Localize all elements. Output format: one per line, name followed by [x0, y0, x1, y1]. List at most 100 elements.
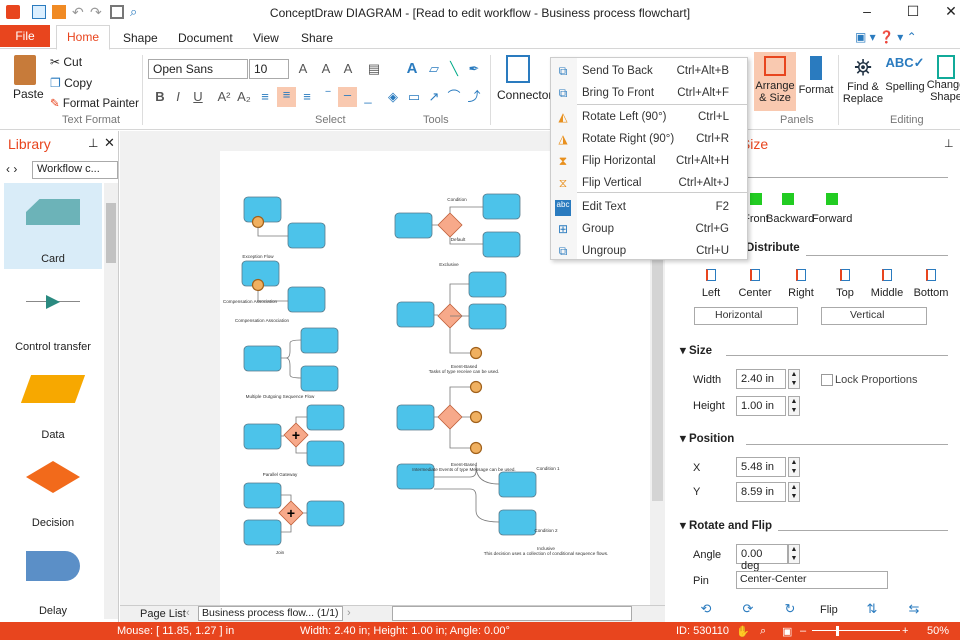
library-item-card[interactable]: Card — [4, 183, 102, 269]
x-spinner[interactable]: ▲ ▼ — [788, 457, 800, 477]
forward-button[interactable]: Forward — [812, 193, 852, 225]
height-spinner[interactable]: ▲ ▼ — [788, 396, 800, 416]
flip-vertical-icon[interactable]: ⇅ — [864, 601, 880, 617]
text-background-icon[interactable]: ▤ — [366, 61, 382, 77]
page-select[interactable]: Business process flow... (1/1) — [198, 606, 343, 621]
section-size[interactable]: ▾ Size — [680, 343, 712, 357]
menu-item-edit-text[interactable]: abc Edit Text F2 — [551, 197, 747, 219]
superscript-icon[interactable]: A² — [216, 89, 232, 105]
bold-icon[interactable]: B — [152, 89, 168, 105]
help-icon[interactable]: ▣ ▾ ❓ ▾ ⌃ — [855, 30, 917, 44]
align-middle-icon[interactable]: – — [338, 87, 357, 107]
library-nav-arrows[interactable]: ‹ › — [6, 162, 17, 176]
section-position[interactable]: ▾ Position — [680, 431, 734, 445]
width-spinner[interactable]: ▲ ▼ — [788, 369, 800, 389]
grow-font-icon[interactable]: A — [295, 61, 311, 77]
align-left-icon[interactable]: ≡ — [257, 89, 273, 105]
align-center-icon[interactable]: ≡ — [277, 87, 296, 107]
close-library-icon[interactable]: ✕ — [104, 135, 115, 151]
align-center-button[interactable]: Center — [732, 269, 778, 299]
hand-tool-icon[interactable]: ✋ — [736, 625, 750, 638]
backward-button[interactable]: Backward — [766, 193, 814, 225]
menu-item-bring-to-front[interactable]: ⧉ Bring To Front Ctrl+Alt+F — [551, 83, 747, 105]
angle-spinner[interactable]: ▲ ▼ — [788, 544, 800, 564]
italic-icon[interactable]: I — [170, 89, 186, 105]
align-top-button[interactable]: Top — [822, 269, 868, 299]
underline-icon[interactable]: U — [190, 89, 206, 105]
connector-button[interactable]: Connector — [497, 88, 552, 102]
bezier-tool-icon[interactable]: ⤴ — [466, 89, 482, 105]
rotate-180-icon[interactable]: ↻ — [782, 601, 798, 617]
tab-home[interactable]: Home — [56, 25, 110, 50]
paste-button[interactable]: Paste — [13, 87, 44, 101]
fit-page-icon[interactable]: ▣ — [782, 625, 792, 638]
select-all-icon[interactable]: ◈ — [385, 89, 401, 105]
text-tool-icon[interactable]: A — [404, 61, 420, 77]
cut-button[interactable]: ✂ Cut — [50, 55, 82, 69]
y-spinner[interactable]: ▲ ▼ — [788, 482, 800, 502]
flip-horizontal-icon[interactable]: ⇆ — [906, 601, 922, 617]
tab-view[interactable]: View — [253, 28, 279, 48]
width-input[interactable]: 2.40 in — [736, 369, 786, 389]
zoom-out-icon[interactable]: – — [800, 625, 806, 637]
change-shape-button[interactable]: Change Shape — [926, 55, 960, 103]
y-input[interactable]: 8.59 in — [736, 482, 786, 502]
align-right-button[interactable]: Right — [778, 269, 824, 299]
zoom-in-icon[interactable]: + — [902, 625, 908, 637]
page-list-label[interactable]: Page List — [140, 608, 186, 620]
subscript-icon[interactable]: A₂ — [236, 89, 252, 105]
pin-icon[interactable]: ⊥ — [944, 137, 954, 150]
zoom-slider[interactable] — [812, 630, 900, 631]
pin-select[interactable]: Center-Center — [736, 571, 888, 589]
x-input[interactable]: 5.48 in — [736, 457, 786, 477]
align-top-icon[interactable]: ‾ — [320, 89, 336, 105]
close-button[interactable]: ✕ — [936, 3, 960, 20]
prev-page-icon[interactable]: ‹ — [186, 607, 190, 619]
library-item-decision[interactable]: Decision — [4, 447, 102, 533]
format-painter-button[interactable]: ✎ Format Painter — [50, 96, 139, 110]
text-box-icon[interactable]: ▭ — [406, 89, 422, 105]
align-right-icon[interactable]: ≡ — [299, 89, 315, 105]
tab-document[interactable]: Document — [178, 28, 233, 48]
copy-button[interactable]: ❐ Copy — [50, 76, 92, 90]
maximize-button[interactable]: ☐ — [898, 3, 928, 20]
menu-item-send-to-back[interactable]: ⧉ Send To Back Ctrl+Alt+B — [551, 61, 747, 83]
library-selector[interactable]: Workflow c... — [32, 161, 118, 179]
section-rotate-flip[interactable]: ▾ Rotate and Flip — [680, 518, 772, 532]
menu-item-group[interactable]: ⊞ Group Ctrl+G — [551, 219, 747, 241]
align-bottom-button[interactable]: Bottom — [908, 269, 954, 299]
library-item-delay[interactable]: Delay — [4, 535, 102, 621]
angle-input[interactable]: 0.00 deg — [736, 544, 788, 572]
font-color-icon[interactable]: A — [340, 61, 356, 77]
rotate-left-icon[interactable]: ⟲ — [698, 601, 714, 617]
pen-tool-icon[interactable]: ✒ — [466, 61, 482, 77]
callout-icon[interactable]: ▱ — [426, 61, 442, 77]
arrange-size-button[interactable]: Arrange & Size — [754, 52, 796, 111]
pin-icon[interactable]: ⊥ — [88, 136, 98, 150]
shrink-font-icon[interactable]: A — [318, 61, 334, 77]
rotate-right-icon[interactable]: ⟳ — [740, 601, 756, 617]
align-bottom-icon[interactable]: _ — [360, 89, 376, 105]
lock-proportions-checkbox[interactable] — [821, 374, 833, 386]
font-family-select[interactable]: Open Sans — [148, 59, 248, 79]
menu-item-flip-horizontal[interactable]: ⧗ Flip Horizontal Ctrl+Alt+H — [551, 151, 747, 173]
align-left-button[interactable]: Left — [688, 269, 734, 299]
library-item-data[interactable]: Data — [4, 359, 102, 445]
zoom-slider-thumb[interactable] — [836, 626, 839, 636]
library-item-control-transfer[interactable]: Control transfer — [4, 271, 102, 357]
distribute-horizontal-select[interactable]: Horizontal — [694, 307, 798, 325]
minimize-button[interactable]: – — [852, 3, 882, 19]
menu-item-rotate-left[interactable]: ◭ Rotate Left (90°) Ctrl+L — [551, 107, 747, 129]
tab-share[interactable]: Share — [301, 28, 333, 48]
font-size-select[interactable]: 10 — [249, 59, 289, 79]
next-page-icon[interactable]: › — [347, 607, 351, 619]
distribute-vertical-select[interactable]: Vertical — [821, 307, 927, 325]
zoom-selection-icon[interactable]: ⌕ — [760, 625, 766, 638]
format-button[interactable]: Format — [798, 52, 834, 96]
align-middle-button[interactable]: Middle — [864, 269, 910, 299]
menu-item-rotate-right[interactable]: ◮ Rotate Right (90°) Ctrl+R — [551, 129, 747, 151]
find-replace-button[interactable]: ⛯ Find & Replace — [842, 55, 884, 105]
library-scrollbar[interactable] — [104, 183, 118, 619]
line-tool-icon[interactable]: ╲ — [446, 61, 462, 77]
tab-shape[interactable]: Shape — [123, 28, 158, 48]
